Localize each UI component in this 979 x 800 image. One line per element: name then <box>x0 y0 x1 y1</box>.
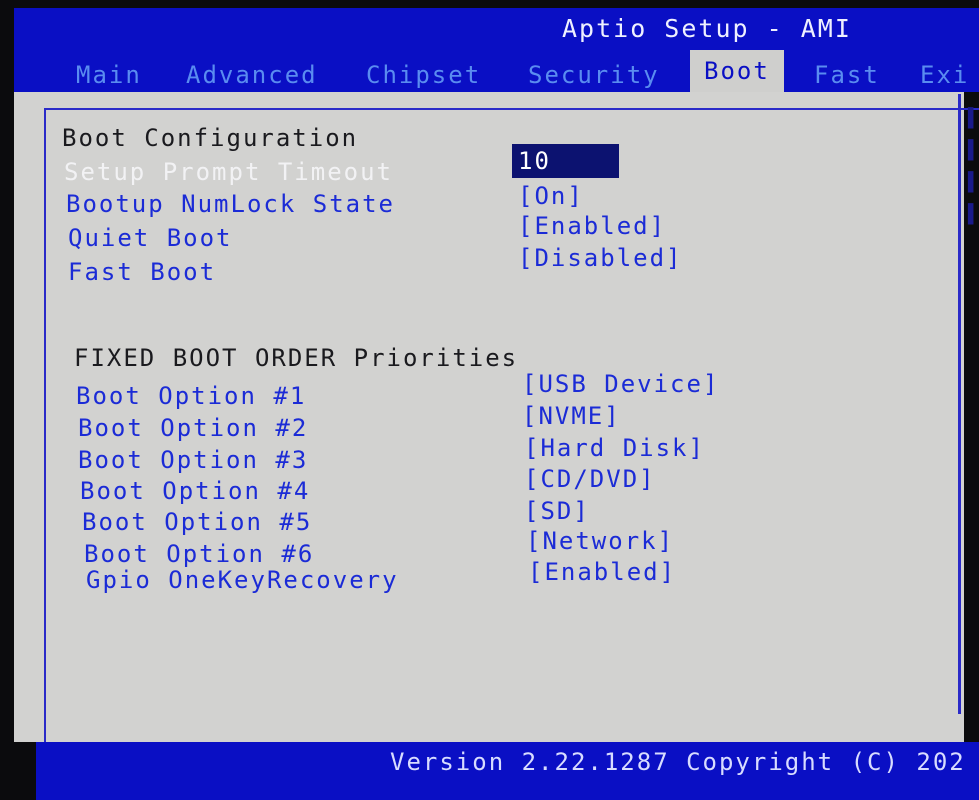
help-panel-edge: ▌ <box>968 140 979 161</box>
boot-option-4-label[interactable]: Boot Option #4 <box>80 477 310 505</box>
section-heading-boot-config: Boot Configuration <box>62 124 359 152</box>
footer-bar: Version 2.22.1287 Copyright (C) 202 <box>36 742 979 800</box>
help-panel-edge: ▌ <box>968 172 979 193</box>
boot-option-1-value[interactable]: [USB Device] <box>522 370 719 398</box>
tab-main[interactable]: Main <box>76 58 142 92</box>
tab-boot[interactable]: Boot <box>690 50 784 92</box>
setting-value-quiet-boot[interactable]: [Enabled] <box>518 212 666 240</box>
tab-security[interactable]: Security <box>528 58 660 92</box>
gpio-onekeyrecovery-value[interactable]: [Enabled] <box>528 558 676 586</box>
tab-fast[interactable]: Fast <box>814 58 880 92</box>
boot-option-2-label[interactable]: Boot Option #2 <box>78 414 308 442</box>
help-panel-edge: ▌ <box>968 204 979 225</box>
app-title: Aptio Setup - AMI <box>562 14 852 43</box>
boot-option-4-value[interactable]: [CD/DVD] <box>524 465 656 493</box>
boot-option-6-label[interactable]: Boot Option #6 <box>84 540 314 568</box>
setting-label-fast-boot[interactable]: Fast Boot <box>68 258 216 286</box>
help-panel-edge: ▌ <box>968 108 979 129</box>
bios-screen: Aptio Setup - AMI Main Advanced Chipset … <box>0 0 979 800</box>
help-panel-divider <box>958 94 961 714</box>
setting-label-numlock-state[interactable]: Bootup NumLock State <box>66 190 395 218</box>
setting-value-fast-boot[interactable]: [Disabled] <box>518 244 683 272</box>
gpio-onekeyrecovery-label[interactable]: Gpio OneKeyRecovery <box>86 566 399 594</box>
section-heading-boot-order: FIXED BOOT ORDER Priorities <box>74 344 519 372</box>
setting-value-setup-prompt-timeout[interactable]: 10 <box>512 144 619 178</box>
tab-advanced[interactable]: Advanced <box>186 58 318 92</box>
boot-option-5-label[interactable]: Boot Option #5 <box>82 508 312 536</box>
tab-chipset[interactable]: Chipset <box>366 58 481 92</box>
header-bar: Aptio Setup - AMI Main Advanced Chipset … <box>14 8 979 92</box>
boot-option-3-label[interactable]: Boot Option #3 <box>78 446 308 474</box>
boot-option-3-value[interactable]: [Hard Disk] <box>524 434 705 462</box>
boot-option-6-value[interactable]: [Network] <box>526 527 674 555</box>
boot-option-2-value[interactable]: [NVME] <box>522 402 621 430</box>
setting-label-quiet-boot[interactable]: Quiet Boot <box>68 224 233 252</box>
boot-option-1-label[interactable]: Boot Option #1 <box>76 382 306 410</box>
version-copyright: Version 2.22.1287 Copyright (C) 202 <box>390 748 966 776</box>
boot-option-5-value[interactable]: [SD] <box>524 497 590 525</box>
setting-value-numlock-state[interactable]: [On] <box>518 182 584 210</box>
tab-exit[interactable]: Exi <box>920 58 969 92</box>
setting-label-setup-prompt-timeout[interactable]: Setup Prompt Timeout <box>64 158 393 186</box>
